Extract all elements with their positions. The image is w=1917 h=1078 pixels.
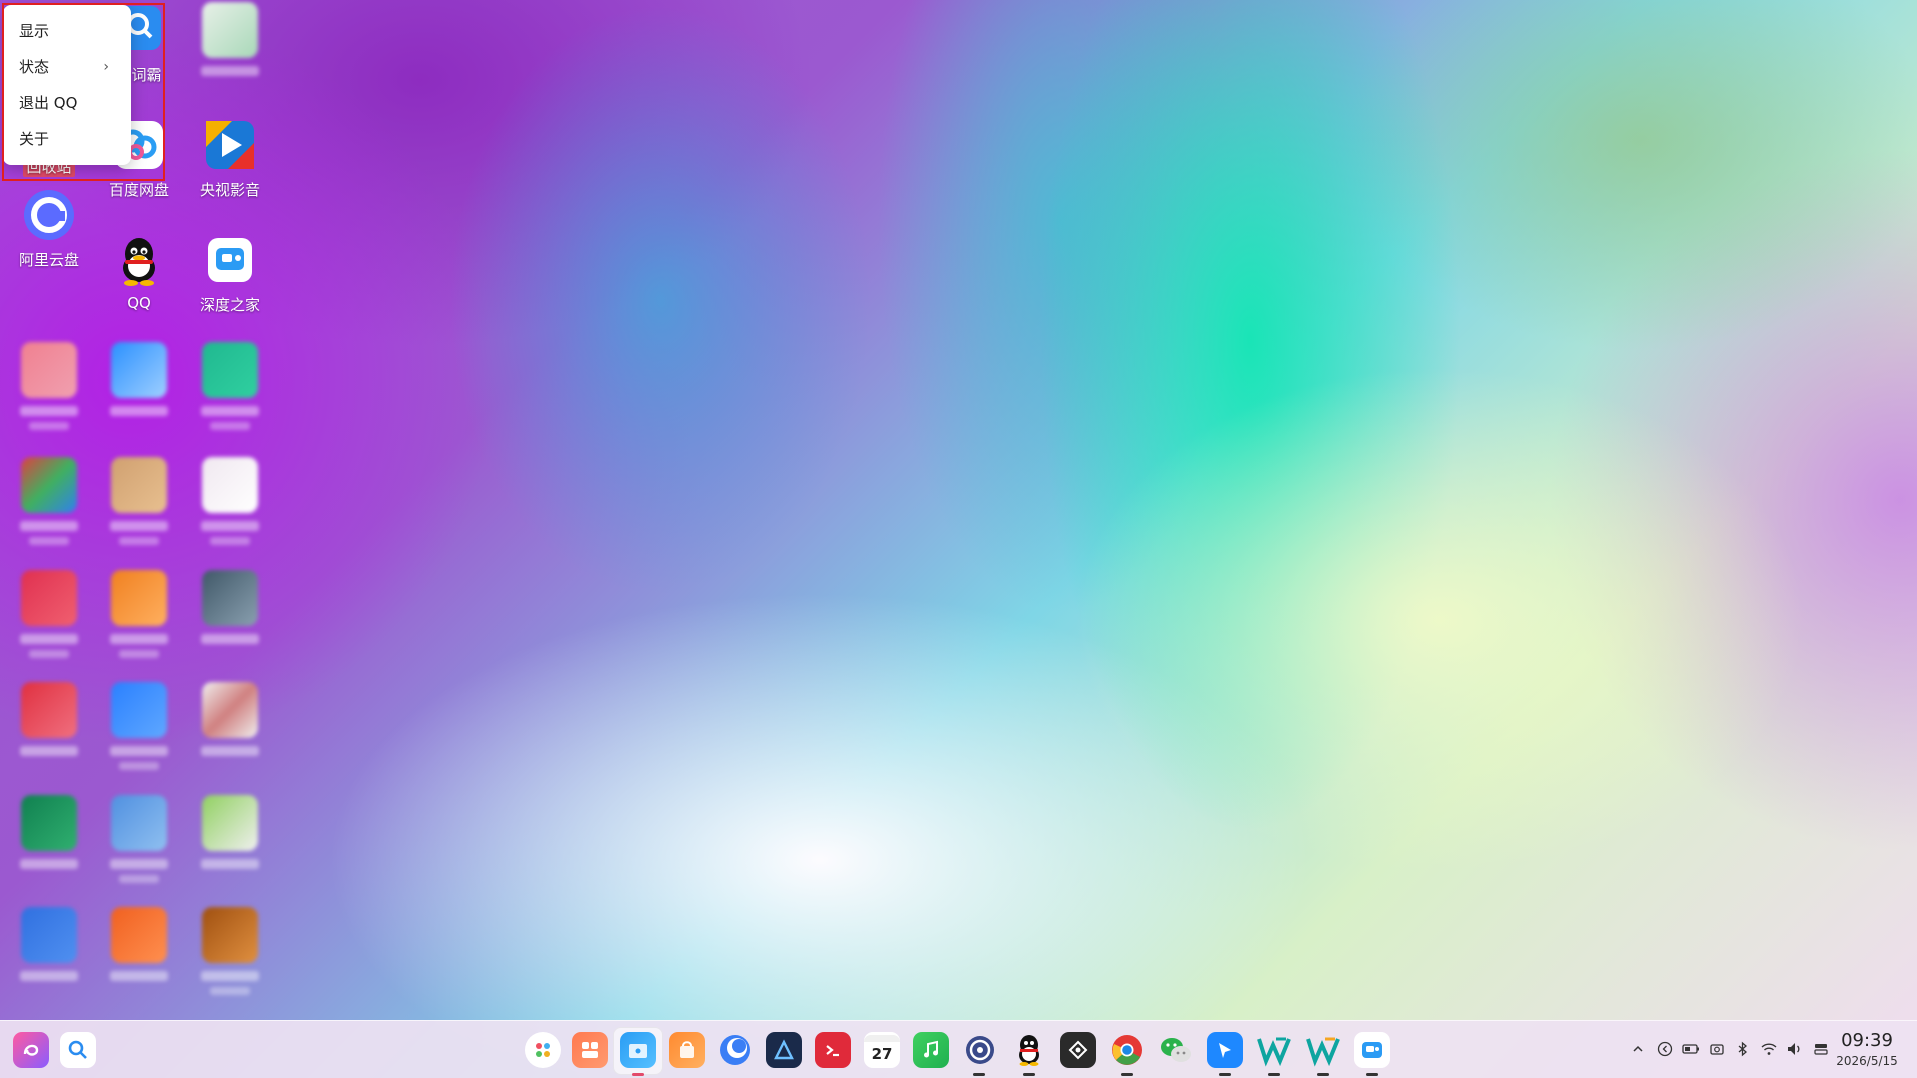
chevron-up-icon[interactable] xyxy=(1629,1040,1647,1058)
desktop-icon-blurred[interactable] xyxy=(3,793,95,893)
feishu-icon[interactable] xyxy=(1207,1032,1243,1068)
desktop-icon-deepin-home[interactable]: 深度之家 xyxy=(184,230,276,330)
bluetooth-icon[interactable] xyxy=(1734,1040,1752,1058)
volume-icon[interactable] xyxy=(1786,1040,1804,1058)
menu-item-label: 状态 xyxy=(19,58,50,76)
desktop-icon-blurred[interactable] xyxy=(184,905,276,1005)
desktop-icon-cctv-video[interactable]: 央视影音 xyxy=(184,115,276,215)
deepin-home-icon[interactable] xyxy=(1354,1032,1390,1068)
desktop-icon-blurred[interactable] xyxy=(184,680,276,780)
running-indicator xyxy=(1219,1073,1231,1076)
desktop-icon-blurred[interactable] xyxy=(93,568,185,668)
deepin-home-icon xyxy=(202,232,258,288)
qq-icon[interactable] xyxy=(1011,1032,1047,1068)
multitask-icon[interactable] xyxy=(525,1032,561,1068)
launcher-icon[interactable] xyxy=(13,1032,49,1068)
desktop-icon-blurred[interactable] xyxy=(3,680,95,780)
desktop-icon-blurred[interactable] xyxy=(93,905,185,1005)
taskbar: 27 09:39 2026/5/15 xyxy=(0,1020,1917,1078)
menu-item-status[interactable]: 状态 › xyxy=(3,49,131,85)
menu-item-quit-qq[interactable]: 退出 QQ xyxy=(3,85,131,121)
browser-icon[interactable] xyxy=(717,1032,753,1068)
desktop-icon-blurred[interactable] xyxy=(184,340,276,440)
wechat-icon[interactable] xyxy=(1158,1032,1194,1068)
desktop-icon-label: 深度之家 xyxy=(199,296,260,314)
desktop-icon-blurred[interactable] xyxy=(3,455,95,555)
chevron-right-icon: › xyxy=(103,59,109,75)
desktop-icon-label: 百度网盘 xyxy=(108,181,169,199)
calendar-day: 27 xyxy=(871,1044,893,1063)
menu-item-show[interactable]: 显示 xyxy=(3,13,131,49)
wps-icon-2[interactable] xyxy=(1305,1032,1341,1068)
desktop-icon-qq[interactable]: QQ xyxy=(93,230,185,330)
desktop-icon-blurred[interactable] xyxy=(93,680,185,780)
wifi-icon[interactable] xyxy=(1760,1040,1778,1058)
menu-item-about[interactable]: 关于 xyxy=(3,121,131,157)
running-indicator xyxy=(632,1073,644,1076)
running-indicator xyxy=(973,1073,985,1076)
workspace-icon[interactable] xyxy=(572,1032,608,1068)
desktop-icon-blurred[interactable] xyxy=(93,793,185,893)
clock-time[interactable]: 09:39 xyxy=(1832,1030,1902,1051)
aliyun-drive-icon xyxy=(21,187,77,243)
desktop-icon-label: QQ xyxy=(127,294,151,312)
qq-tray-context-menu: 显示 状态 › 退出 QQ 关于 xyxy=(3,5,131,165)
desktop-icon-blurred[interactable] xyxy=(3,340,95,440)
running-indicator xyxy=(1268,1073,1280,1076)
screenshot-icon[interactable] xyxy=(1708,1040,1726,1058)
desktop-icon-blurred[interactable] xyxy=(184,455,276,555)
menu-item-label: 关于 xyxy=(19,130,50,148)
menu-item-label: 退出 QQ xyxy=(19,94,78,112)
search-icon[interactable] xyxy=(60,1032,96,1068)
running-indicator xyxy=(1023,1073,1035,1076)
wps-icon[interactable] xyxy=(1256,1032,1292,1068)
cctv-video-icon xyxy=(202,117,258,173)
music-icon[interactable] xyxy=(913,1032,949,1068)
clock-date[interactable]: 2026/5/15 xyxy=(1832,1054,1902,1068)
running-indicator xyxy=(1317,1073,1329,1076)
calendar-icon[interactable]: 27 xyxy=(864,1032,900,1068)
desktop-icon-blurred[interactable] xyxy=(3,568,95,668)
file-manager-icon[interactable] xyxy=(620,1032,656,1068)
settings-icon[interactable] xyxy=(962,1032,998,1068)
desktop-icon-blurred[interactable] xyxy=(93,340,185,440)
desktop-icon-blurred[interactable] xyxy=(184,793,276,893)
app-icon[interactable] xyxy=(1060,1032,1096,1068)
input-method-icon[interactable] xyxy=(1656,1040,1674,1058)
app-store-icon[interactable] xyxy=(669,1032,705,1068)
qq-icon xyxy=(111,232,167,288)
battery-icon[interactable] xyxy=(1682,1040,1700,1058)
desktop-icon-blurred[interactable] xyxy=(3,905,95,1005)
editor-icon[interactable] xyxy=(766,1032,802,1068)
desktop-icon-blurred[interactable] xyxy=(184,0,276,100)
terminal-icon[interactable] xyxy=(815,1032,851,1068)
running-indicator xyxy=(1121,1073,1133,1076)
running-indicator xyxy=(1366,1073,1378,1076)
desktop-icon-aliyun-drive[interactable]: 阿里云盘 xyxy=(3,185,95,285)
chrome-icon[interactable] xyxy=(1109,1032,1145,1068)
desktop-icon-label: 阿里云盘 xyxy=(18,251,79,269)
notification-icon[interactable] xyxy=(1812,1040,1830,1058)
desktop-icon-blurred[interactable] xyxy=(93,455,185,555)
desktop-icon-blurred[interactable] xyxy=(184,568,276,668)
desktop-icon-label: 央视影音 xyxy=(199,181,260,199)
menu-item-label: 显示 xyxy=(19,22,50,40)
